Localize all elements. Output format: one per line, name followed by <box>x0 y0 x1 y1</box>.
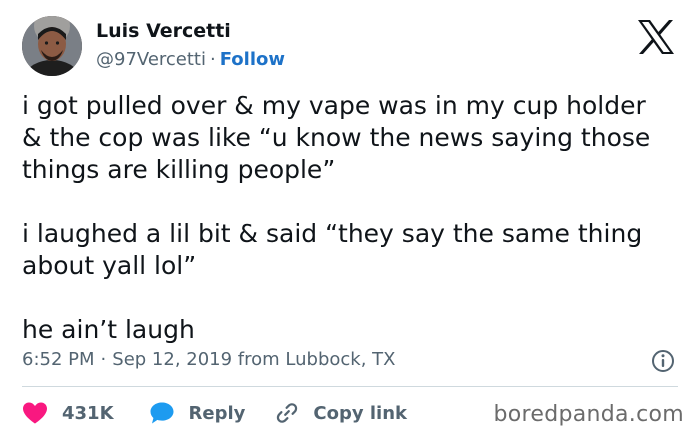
tweet-date-location[interactable]: Sep 12, 2019 from Lubbock, TX <box>112 349 395 370</box>
author-name[interactable]: Luis Vercetti <box>96 20 231 42</box>
x-logo-icon[interactable] <box>636 19 676 55</box>
copy-link-label: Copy link <box>313 402 407 424</box>
copy-link-button[interactable]: Copy link <box>275 401 407 425</box>
like-count: 431K <box>62 402 114 424</box>
tweet-time[interactable]: 6:52 PM <box>22 349 95 370</box>
action-bar: 431K Reply Copy link <box>22 398 407 428</box>
handle-separator: · <box>210 49 216 70</box>
like-button[interactable]: 431K <box>22 401 114 425</box>
reply-label: Reply <box>188 402 246 424</box>
author-handle[interactable]: @97Vercetti <box>96 49 206 70</box>
tweet-paragraph: i laughed a lil bit & said “they say the… <box>22 219 643 280</box>
link-icon <box>277 403 298 423</box>
tweet-meta: 6:52 PM · Sep 12, 2019 from Lubbock, TX <box>22 349 395 370</box>
info-icon[interactable] <box>651 349 675 373</box>
author-handle-row: @97Vercetti · Follow <box>96 49 285 70</box>
meta-separator: · <box>100 349 107 370</box>
follow-button[interactable]: Follow <box>220 49 285 70</box>
watermark: boredpanda.com <box>493 402 684 427</box>
tweet-text: i got pulled over & my vape was in my cu… <box>22 90 682 346</box>
tweet-paragraph: he ain’t laugh <box>22 315 195 344</box>
divider <box>22 386 678 387</box>
reply-bubble-icon <box>150 402 174 424</box>
heart-icon <box>23 402 47 424</box>
avatar[interactable] <box>22 16 82 76</box>
tweet-paragraph: i got pulled over & my vape was in my cu… <box>22 91 651 184</box>
reply-button[interactable]: Reply <box>149 401 246 425</box>
